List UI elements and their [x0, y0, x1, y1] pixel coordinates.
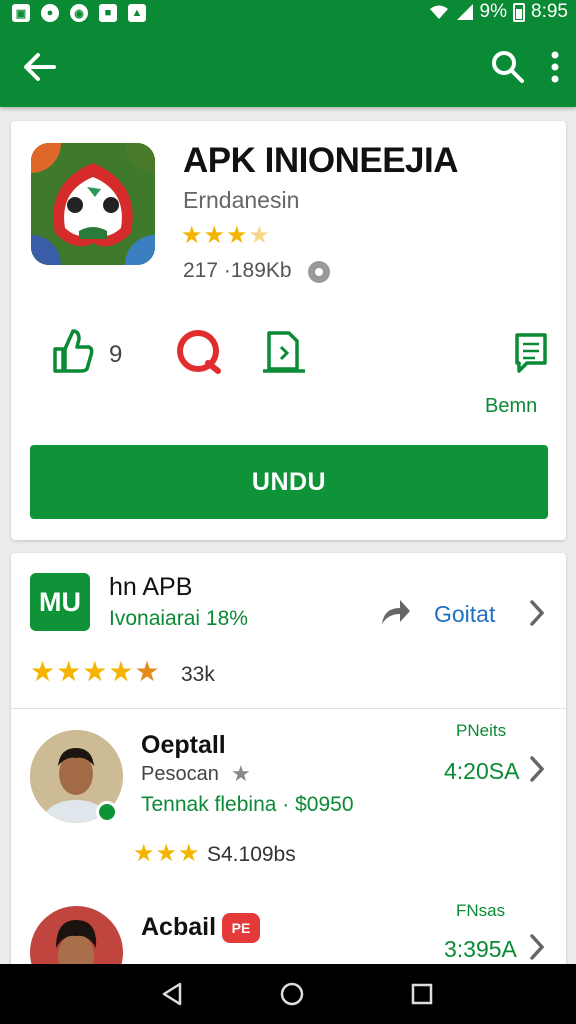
app-title: APK INIONEEJIA — [183, 141, 459, 180]
details-icon[interactable] — [513, 331, 549, 375]
reviewer-stats: S4.109bs — [207, 843, 296, 866]
reviewer-detail: Tennak flebina · $0950 — [141, 793, 354, 816]
battery-percent: 9% — [479, 1, 508, 22]
star-outline-icon: ★ — [231, 761, 251, 786]
price-value: 4:20SA — [444, 758, 520, 784]
star-icon: ★ — [181, 222, 203, 249]
half-star-icon: ★ — [134, 656, 160, 687]
nav-recents-icon[interactable] — [408, 980, 436, 1008]
install-button[interactable]: UNDU — [30, 445, 548, 519]
reviewer-stars: ★ ★ ★ — [133, 839, 200, 868]
chevron-right-icon[interactable] — [529, 933, 545, 961]
related-app-link[interactable]: Goitat — [434, 601, 495, 628]
divider — [11, 708, 566, 709]
related-card: MU hn APB Ivonaiarai 18% Goitat ★ ★ ★ ★ … — [11, 553, 566, 999]
back-arrow-icon[interactable] — [20, 49, 60, 85]
signal-icon — [456, 4, 473, 20]
status-left-icons: ▣ ● ◉ ■ ▲ — [12, 4, 146, 22]
app-logo-icon — [31, 143, 155, 265]
app-developer[interactable]: Erndanesin — [183, 187, 299, 214]
price-value: 3:395A — [444, 936, 517, 962]
related-app-count: 33k — [181, 663, 215, 686]
chevron-right-icon[interactable] — [529, 599, 545, 627]
app-icon — [31, 143, 155, 265]
star-icon: ★ — [108, 656, 134, 687]
reviewer-name[interactable]: Oeptall — [141, 731, 226, 760]
app-toolbar — [0, 27, 576, 107]
wifi-icon — [429, 5, 448, 19]
star-icon: ★ — [203, 222, 226, 249]
thumbs-up-icon[interactable] — [51, 327, 95, 375]
price-label: FNsas — [456, 901, 506, 920]
status-right: 9% 8:95 — [428, 1, 568, 23]
star-icon: ★ — [155, 840, 178, 867]
share-arrow-icon[interactable] — [378, 598, 412, 626]
nav-back-icon[interactable] — [158, 980, 186, 1008]
reviewer-name[interactable]: Acbail — [141, 913, 216, 942]
star-icon: ★ — [226, 222, 248, 249]
price-label: PNeits — [456, 721, 507, 740]
system-nav-bar — [0, 964, 576, 1024]
clock: 8:95 — [531, 1, 568, 22]
related-app-stars: ★ ★ ★ ★ ★ — [30, 655, 160, 688]
nav-home-icon[interactable] — [278, 980, 306, 1008]
status-app-icon: ● — [41, 4, 59, 22]
reviewer-role: Pesocan — [141, 763, 219, 785]
verified-badge-icon — [96, 801, 118, 823]
half-star-icon: ★ — [248, 222, 271, 249]
notification-icon: ■ — [99, 4, 117, 22]
related-app-title[interactable]: hn APB — [109, 573, 192, 602]
star-icon: ★ — [178, 840, 200, 867]
related-app-icon: MU — [30, 573, 90, 631]
related-app-subtitle: Ivonaiarai 18% — [109, 607, 248, 630]
app-detail-card: APK INIONEEJIA Erndanesin ★ ★ ★ ★ 217 ·1… — [11, 121, 566, 540]
search-icon[interactable] — [488, 47, 528, 87]
app-brand-icon[interactable] — [174, 327, 224, 377]
image-icon: ▣ — [12, 4, 30, 22]
app-meta: 217 ·189Kb — [183, 259, 292, 282]
details-label[interactable]: Bemn — [485, 395, 537, 418]
more-vert-icon[interactable] — [540, 49, 570, 85]
star-icon: ★ — [30, 656, 56, 687]
like-count: 9 — [109, 341, 123, 368]
star-icon: ★ — [56, 656, 82, 687]
document-icon[interactable] — [261, 329, 307, 375]
status-bar: ▣ ● ◉ ■ ▲ 9% 8:95 — [0, 0, 576, 27]
photo-icon: ▲ — [128, 4, 146, 22]
reviewer-badge: PE — [222, 913, 260, 943]
info-icon[interactable] — [308, 261, 330, 283]
star-icon: ★ — [133, 840, 155, 867]
status-app-icon-2: ◉ — [70, 4, 88, 22]
chevron-right-icon[interactable] — [529, 755, 545, 783]
app-rating-stars: ★ ★ ★ ★ — [181, 221, 270, 250]
star-icon: ★ — [82, 656, 108, 687]
battery-icon — [513, 2, 526, 22]
